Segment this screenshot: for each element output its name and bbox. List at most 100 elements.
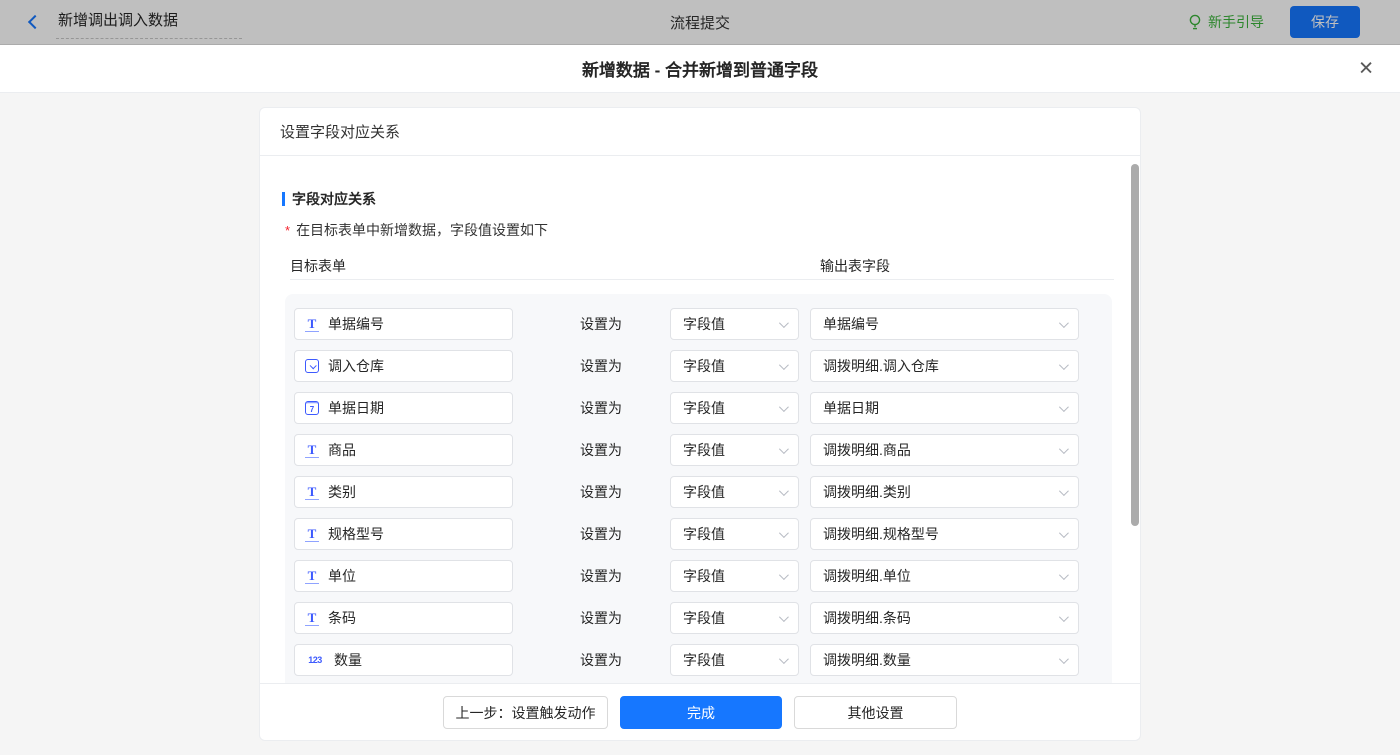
source-field-selected: 调拨明细.商品 [823,440,911,460]
chevron-down-icon [1059,444,1069,454]
target-field-box: T 商品 [294,434,513,466]
source-field-select[interactable]: 调拨明细.数量 [810,644,1079,676]
card-header-title: 设置字段对应关系 [260,108,1140,156]
top-bar: 新增调出调入数据 流程提交 新手引导 保存 [0,0,1400,45]
value-mode-selected: 字段值 [683,314,725,334]
target-field-box: 调入仓库 [294,350,513,382]
chevron-down-icon [1059,570,1069,580]
chevron-down-icon [1059,654,1069,664]
field-mapping-row: 7 单据日期 设置为 字段值 单据日期 [294,392,1112,424]
modal-title: 新增数据 - 合并新增到普通字段 [582,56,818,81]
chevron-down-icon [779,612,789,622]
chevron-down-icon [1059,360,1069,370]
chevron-down-icon [779,444,789,454]
field-mapping-row: T 条码 设置为 字段值 调拨明细.条码 [294,602,1112,634]
section-title: 字段对应关系 [282,189,1140,209]
source-field-select[interactable]: 调拨明细.条码 [810,602,1079,634]
value-mode-select[interactable]: 字段值 [670,434,799,466]
value-mode-selected: 字段值 [683,524,725,544]
other-settings-button[interactable]: 其他设置 [794,696,957,729]
mapping-card: 设置字段对应关系 字段对应关系 *在目标表单中新增数据，字段值设置如下 目标表单… [259,107,1141,741]
source-field-selected: 单据日期 [823,398,879,418]
source-field-selected: 调拨明细.调入仓库 [823,356,939,376]
note-text: 在目标表单中新增数据，字段值设置如下 [296,222,548,238]
chevron-down-icon [779,360,789,370]
chevron-down-icon [779,528,789,538]
source-field-select[interactable]: 调拨明细.商品 [810,434,1079,466]
source-field-select[interactable]: 单据日期 [810,392,1079,424]
app-root: 新增调出调入数据 流程提交 新手引导 保存 新增数据 - 合并新增到普通字段 ✕… [0,0,1400,755]
target-field-label: 规格型号 [328,524,384,544]
columns-divider [290,279,1114,280]
column-output-fields: 输出表字段 [820,256,890,276]
chevron-down-icon [1059,612,1069,622]
card-content: 字段对应关系 *在目标表单中新增数据，字段值设置如下 目标表单 输出表字段 T … [260,156,1140,684]
set-as-label: 设置为 [580,524,670,544]
chevron-down-icon [779,318,789,328]
value-mode-select[interactable]: 字段值 [670,518,799,550]
value-mode-select[interactable]: 字段值 [670,602,799,634]
save-button[interactable]: 保存 [1290,6,1360,38]
text-field-icon: T [305,526,319,542]
value-mode-selected: 字段值 [683,356,725,376]
set-as-label: 设置为 [580,440,670,460]
beginner-guide-label: 新手引导 [1208,12,1264,32]
value-mode-select[interactable]: 字段值 [670,308,799,340]
columns-header: 目标表单 输出表字段 [280,256,1140,270]
chevron-down-icon [1059,486,1069,496]
source-field-select[interactable]: 单据编号 [810,308,1079,340]
beginner-guide-button[interactable]: 新手引导 [1188,12,1264,32]
target-field-label: 条码 [328,608,356,628]
chevron-down-icon [779,654,789,664]
text-field-icon: T [305,484,319,500]
top-bar-right: 新手引导 保存 [1188,6,1360,38]
chevron-down-icon [779,570,789,580]
value-mode-select[interactable]: 字段值 [670,476,799,508]
close-icon[interactable]: ✕ [1358,59,1374,78]
text-field-icon: T [305,568,319,584]
set-as-label: 设置为 [580,608,670,628]
target-field-box: T 单位 [294,560,513,592]
source-field-selected: 调拨明细.类别 [823,482,911,502]
text-field-icon: T [305,316,319,332]
value-mode-selected: 字段值 [683,440,725,460]
accent-bar [282,192,285,206]
source-field-select[interactable]: 调拨明细.调入仓库 [810,350,1079,382]
field-mapping-row: T 单位 设置为 字段值 调拨明细.单位 [294,560,1112,592]
number-field-icon: 123 [305,655,325,665]
target-field-box: 123 数量 [294,644,513,676]
source-field-select[interactable]: 调拨明细.单位 [810,560,1079,592]
source-field-selected: 调拨明细.规格型号 [823,524,939,544]
text-field-icon: T [305,610,319,626]
source-field-select[interactable]: 调拨明细.规格型号 [810,518,1079,550]
modal-title-bar: 新增数据 - 合并新增到普通字段 ✕ [0,45,1400,93]
source-field-selected: 调拨明细.单位 [823,566,911,586]
field-mapping-row: T 规格型号 设置为 字段值 调拨明细.规格型号 [294,518,1112,550]
field-mapping-row: 调入仓库 设置为 字段值 调拨明细.调入仓库 [294,350,1112,382]
field-mapping-row: T 商品 设置为 字段值 调拨明细.商品 [294,434,1112,466]
value-mode-selected: 字段值 [683,566,725,586]
field-mapping-row: T 类别 设置为 字段值 调拨明细.类别 [294,476,1112,508]
chevron-down-icon [779,402,789,412]
required-note: *在目标表单中新增数据，字段值设置如下 [285,220,1140,240]
value-mode-select[interactable]: 字段值 [670,644,799,676]
value-mode-selected: 字段值 [683,608,725,628]
set-as-label: 设置为 [580,398,670,418]
chevron-down-icon [1059,528,1069,538]
value-mode-select[interactable]: 字段值 [670,560,799,592]
set-as-label: 设置为 [580,482,670,502]
source-field-selected: 单据编号 [823,314,879,334]
value-mode-select[interactable]: 字段值 [670,350,799,382]
previous-step-button[interactable]: 上一步：设置触发动作 [443,696,608,729]
done-button[interactable]: 完成 [620,696,782,729]
target-field-label: 单据编号 [328,314,384,334]
set-as-label: 设置为 [580,314,670,334]
source-field-select[interactable]: 调拨明细.类别 [810,476,1079,508]
value-mode-select[interactable]: 字段值 [670,392,799,424]
target-field-box: T 单据编号 [294,308,513,340]
value-mode-selected: 字段值 [683,650,725,670]
source-field-selected: 调拨明细.条码 [823,608,911,628]
vertical-scrollbar-thumb[interactable] [1131,164,1139,526]
date-field-icon: 7 [305,401,319,415]
chevron-down-icon [1059,318,1069,328]
